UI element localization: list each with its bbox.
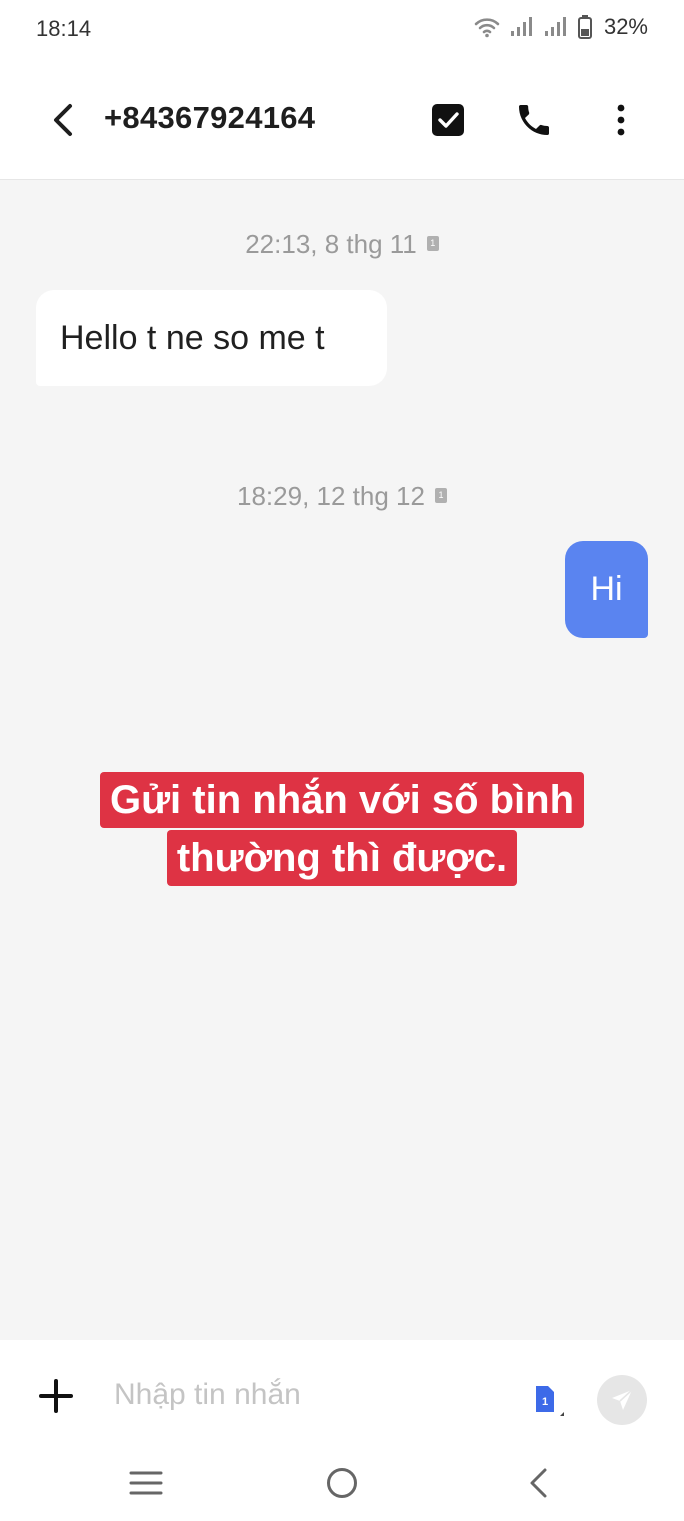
sim-badge-icon: [426, 236, 439, 251]
status-icons: 32%: [474, 14, 648, 40]
status-time: 18:14: [36, 16, 92, 41]
compose-bar: 1: [0, 1340, 684, 1450]
checkbox-icon: [432, 104, 464, 136]
battery-percent: 32%: [603, 14, 648, 39]
message-timestamp: 18:29, 12 thg 12: [0, 481, 684, 512]
timestamp-text: 22:13, 8 thg 11: [245, 229, 417, 259]
sim-card-icon: 1: [536, 1386, 564, 1416]
send-icon: [612, 1389, 633, 1410]
send-button[interactable]: [597, 1375, 647, 1425]
outgoing-message-bubble[interactable]: Hi: [565, 541, 648, 638]
timestamp-text: 18:29, 12 thg 12: [237, 481, 425, 511]
app-bar: +84367924164: [0, 60, 684, 180]
phone-icon: [519, 105, 549, 135]
nav-back-icon: [530, 1468, 547, 1498]
back-button[interactable]: [44, 98, 84, 142]
call-button[interactable]: [514, 100, 554, 140]
wifi-icon: [474, 18, 500, 38]
signal-sim1-icon: [510, 17, 532, 36]
sim-badge-icon: [434, 488, 447, 503]
nav-back-button[interactable]: [526, 1466, 550, 1500]
sim-select-button[interactable]: 1: [532, 1384, 568, 1420]
recents-icon: [129, 1471, 163, 1495]
message-input[interactable]: [114, 1370, 514, 1420]
home-icon: [327, 1468, 357, 1498]
plus-icon: [39, 1379, 73, 1413]
contact-title: +84367924164: [104, 100, 316, 135]
message-timestamp: 22:13, 8 thg 11: [0, 229, 684, 260]
signal-sim2-icon: [544, 17, 566, 36]
more-vertical-icon: [617, 104, 625, 136]
add-attachment-button[interactable]: [38, 1378, 74, 1414]
overlay-caption: Gửi tin nhắn với số bình thường thì được…: [0, 772, 684, 888]
home-button[interactable]: [325, 1466, 359, 1500]
status-bar: 18:14 32%: [0, 0, 684, 60]
system-navigation-bar: [0, 1450, 684, 1521]
more-options-button[interactable]: [606, 100, 636, 140]
caption-line-1: Gửi tin nhắn với số bình: [99, 772, 585, 828]
battery-icon: [577, 15, 592, 39]
caption-line-2: thường thì được.: [166, 830, 518, 886]
message-text: Hi: [590, 570, 623, 608]
sim-badge-number: 1: [542, 1396, 548, 1408]
select-button[interactable]: [430, 102, 466, 138]
recents-button[interactable]: [128, 1468, 164, 1498]
incoming-message-bubble[interactable]: Hello t ne so me t: [36, 290, 387, 386]
back-arrow-icon: [54, 104, 72, 136]
message-text: Hello t ne so me t: [60, 318, 325, 357]
